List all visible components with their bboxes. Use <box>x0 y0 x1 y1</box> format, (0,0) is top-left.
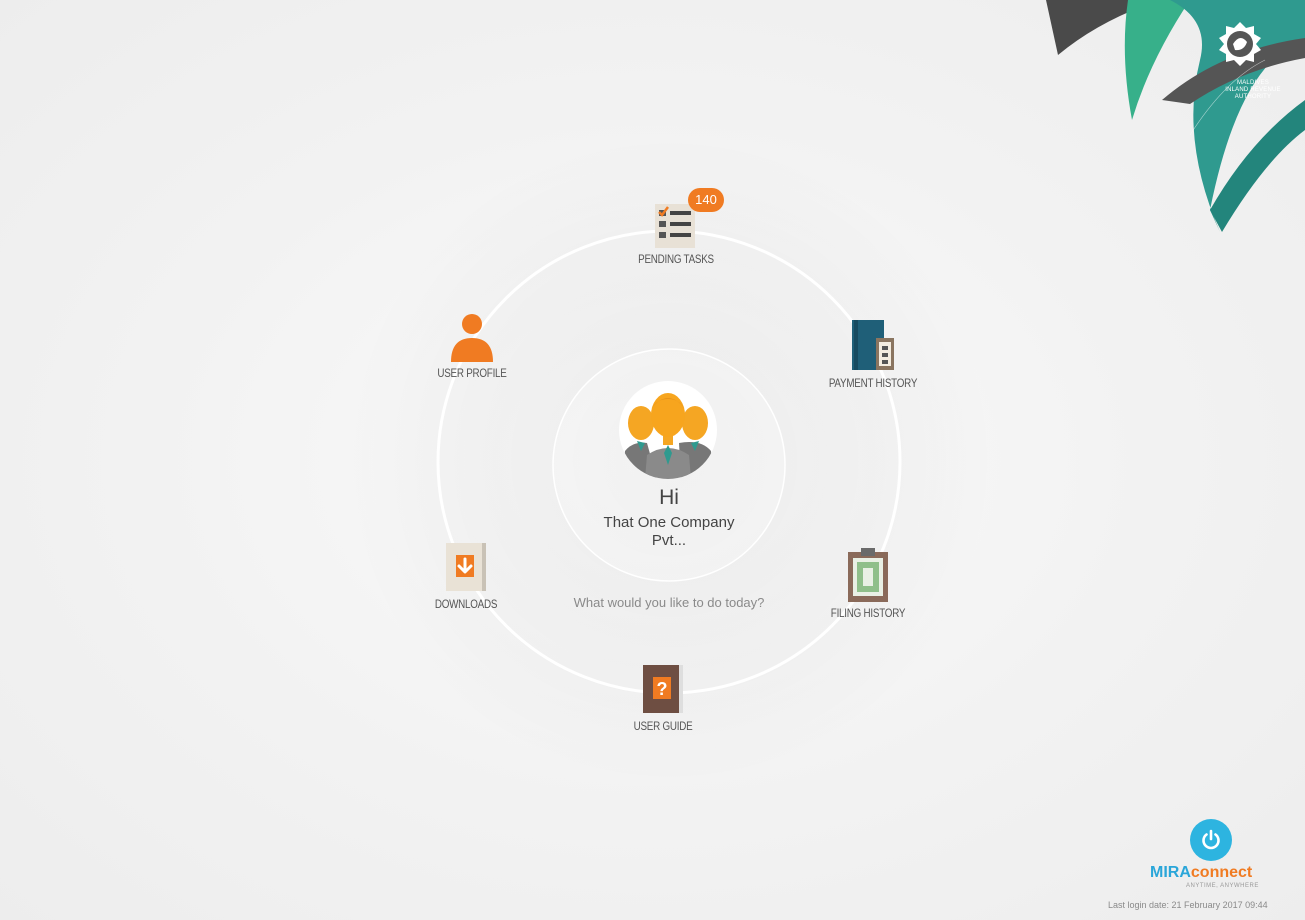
nav-filing-history[interactable]: FILING HISTORY <box>798 548 938 620</box>
logo-line-2: INLAND REVENUE <box>1225 87 1281 93</box>
nav-label-user-guide: USER GUIDE <box>633 719 693 733</box>
checklist-icon <box>655 204 695 248</box>
company-name: That One Company Pvt... <box>549 514 789 550</box>
clipboard-icon <box>848 548 888 602</box>
logo-line-1: MALDIVES <box>1237 80 1269 86</box>
greeting-hi: Hi <box>659 486 679 509</box>
team-icon <box>623 393 713 479</box>
nav-label-filing-history: FILING HISTORY <box>830 606 906 620</box>
nav-user-profile[interactable]: USER PROFILE <box>402 312 542 380</box>
nav-payment-history[interactable]: PAYMENT HISTORY <box>803 320 943 390</box>
company-name-line-2: Pvt... <box>651 532 687 549</box>
brand-mira: MIRA <box>1150 864 1191 881</box>
download-icon <box>446 543 486 591</box>
nav-label-payment-history: PAYMENT HISTORY <box>828 376 918 390</box>
nav-label-user-profile: USER PROFILE <box>437 366 507 380</box>
prompt-question: What would you like to do today? <box>573 595 765 610</box>
company-name-line-1: That One Company <box>603 514 735 531</box>
nav-downloads[interactable]: DOWNLOADS <box>396 541 536 611</box>
mira-logo-text: MALDIVES INLAND REVENUE AUTHORITY <box>1218 80 1288 101</box>
brand-connect: connect <box>1190 864 1253 881</box>
nav-label-downloads: DOWNLOADS <box>434 597 498 611</box>
power-icon <box>1202 829 1220 850</box>
nav-user-guide[interactable]: ? USER GUIDE <box>593 663 733 733</box>
pending-tasks-count-badge: 140 <box>688 188 724 212</box>
nav-pending-tasks[interactable]: 140 PENDING TASKS <box>606 188 746 266</box>
svg-text:?: ? <box>657 679 668 699</box>
user-icon <box>451 314 493 362</box>
ledger-book-icon <box>852 320 894 370</box>
miraconnect-brand: MIRAconnect <box>1150 864 1252 882</box>
question-book-icon: ? <box>643 665 683 713</box>
logout-button[interactable] <box>1190 819 1232 861</box>
nav-label-pending-tasks: PENDING TASKS <box>638 252 714 266</box>
logo-line-3: AUTHORITY <box>1234 94 1272 100</box>
brand-tagline: ANYTIME, ANYWHERE <box>1186 883 1259 889</box>
last-login-date: Last login date: 21 February 2017 09:44 <box>1108 900 1268 910</box>
company-avatar <box>619 381 717 479</box>
mira-logo <box>1046 0 1305 232</box>
